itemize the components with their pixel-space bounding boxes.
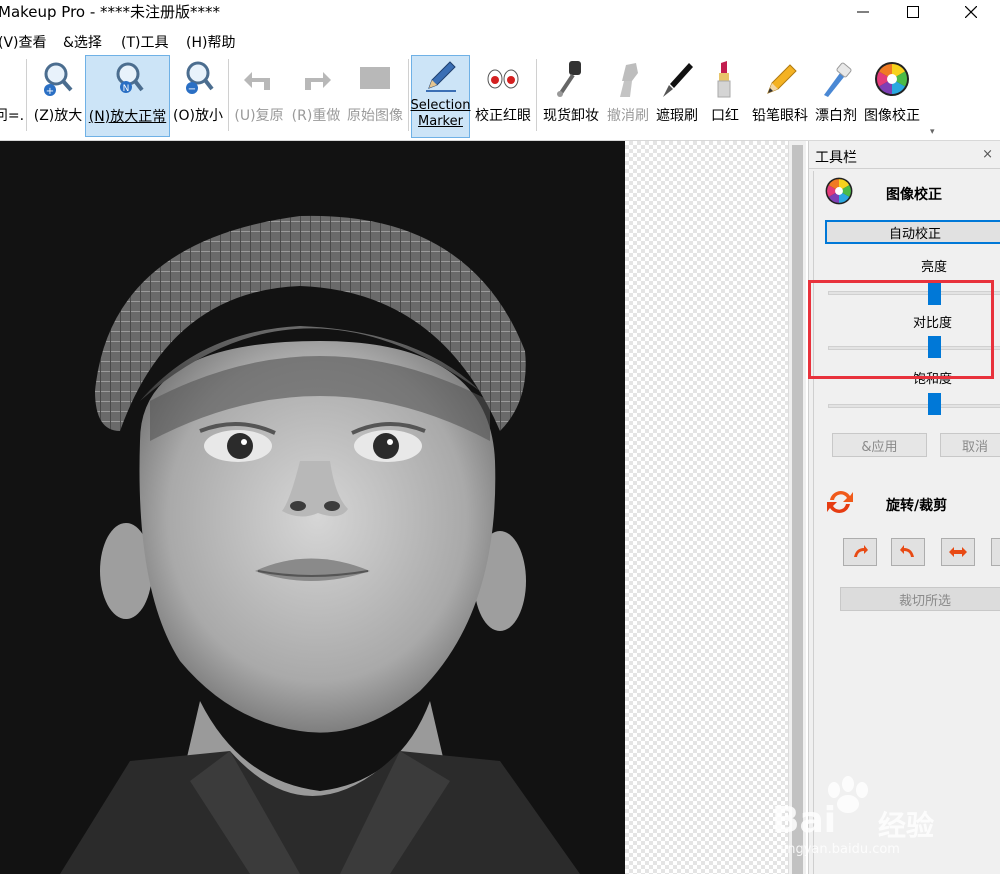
makeup-pro-window: Makeup Pro - ****未注册版**** (V)查看 &选择 (T)工…: [0, 0, 1000, 874]
zoom-in-button[interactable]: + (Z)放大: [33, 55, 83, 137]
undo-icon: [239, 55, 279, 103]
svg-text:−: −: [188, 84, 196, 95]
flip-horizontal-icon: [949, 547, 967, 557]
minimize-icon: [857, 11, 869, 13]
cancel-button[interactable]: 取消: [940, 433, 1000, 457]
rotate-icon: [824, 486, 856, 522]
toolbar-overflow-icon[interactable]: ▾: [930, 127, 935, 137]
crop-selection-button[interactable]: 裁切所选: [840, 587, 1000, 611]
maximize-icon: [907, 6, 919, 18]
rotate-left-button[interactable]: [843, 538, 877, 566]
selection-marker-button[interactable]: Selection Marker: [411, 55, 470, 138]
redo-button[interactable]: (R)重做: [289, 55, 343, 137]
makeup-remover-button[interactable]: 现货卸妆: [540, 55, 602, 137]
image-correction-button[interactable]: 图像校正: [862, 55, 922, 137]
saturation-slider-thumb[interactable]: [928, 393, 941, 415]
pencil-eyeliner-button[interactable]: 铅笔眼科: [750, 55, 810, 137]
highlight-box: [808, 280, 994, 379]
apply-button[interactable]: &应用: [832, 433, 927, 457]
zoom-out-icon: −: [178, 55, 218, 103]
makeup-remover-icon: [551, 55, 591, 103]
panel-body: 图像校正 自动校正 亮度 对比度 饱和度 &应用 取消 旋转/裁剪 裁切所选: [813, 171, 1000, 874]
zoom-normal-button[interactable]: N (N)放大正常: [85, 55, 170, 137]
panel-close-icon[interactable]: ×: [982, 147, 993, 162]
whitening-button[interactable]: 漂白剂: [813, 55, 859, 137]
close-icon: [965, 6, 977, 18]
toolbar-separator: [228, 59, 229, 131]
zoom-out-button[interactable]: − (O)放小: [172, 55, 224, 137]
original-image-button[interactable]: 原始图像: [345, 55, 405, 137]
pencil-eyeliner-icon: [760, 55, 800, 103]
menu-tools[interactable]: (T)工具: [121, 32, 168, 52]
image-correction-title: 图像校正: [886, 187, 942, 203]
saturation-track[interactable]: [828, 404, 1000, 408]
original-image-icon: [355, 55, 395, 103]
photo-canvas[interactable]: [0, 141, 625, 874]
window-title: Makeup Pro - ****未注册版****: [0, 3, 221, 21]
toolbar: 问=. + (Z)放大 N (N)放大正常 − (O)放小 (U)复原 (R)重…: [0, 53, 1000, 141]
tool-panel: 工具栏 × 图像校正 自动校正 亮度 对比度 饱和度 &应用 取消 旋转/裁剪 …: [808, 141, 1000, 874]
svg-text:N: N: [122, 84, 129, 94]
zoom-in-icon: +: [38, 55, 78, 103]
vertical-scrollbar[interactable]: [788, 141, 806, 874]
color-wheel-icon: [872, 55, 912, 103]
more-transform-button[interactable]: [991, 538, 1000, 566]
menu-bar: (V)查看 &选择 (T)工具 (H)帮助: [0, 28, 1000, 52]
rotate-crop-title: 旋转/裁剪: [886, 498, 948, 514]
title-bar: Makeup Pro - ****未注册版****: [0, 0, 1000, 26]
baidu-watermark: Bai 经验 jingyan.baidu.com: [760, 770, 1000, 860]
baidu-brand-text: Bai: [772, 800, 837, 841]
selection-marker-icon: [421, 56, 461, 96]
red-eye-button[interactable]: 校正红眼: [473, 55, 533, 137]
undo-brush-icon: [608, 55, 648, 103]
undo-button[interactable]: (U)复原: [232, 55, 286, 137]
canvas-transparent-area: [625, 141, 788, 874]
scrollbar-thumb[interactable]: [792, 145, 803, 874]
color-wheel-icon: [824, 176, 854, 210]
rotate-right-button[interactable]: [891, 538, 925, 566]
lipstick-icon: [705, 55, 745, 103]
svg-text:+: +: [46, 86, 54, 97]
concealer-brush-button[interactable]: 遮瑕刷: [654, 55, 700, 137]
maximize-button[interactable]: [890, 0, 936, 24]
whitening-icon: [816, 55, 856, 103]
redo-icon: [296, 55, 336, 103]
brightness-label: 亮度: [921, 260, 948, 275]
menu-view[interactable]: (V)查看: [0, 32, 47, 52]
red-eye-icon: [483, 55, 523, 103]
toolbar-fragment: 问=.: [0, 108, 25, 124]
flip-horizontal-button[interactable]: [941, 538, 975, 566]
undo-brush-button[interactable]: 撤消刷: [604, 55, 652, 137]
baidu-url: jingyan.baidu.com: [780, 842, 900, 857]
close-button[interactable]: [948, 0, 994, 24]
toolbar-separator: [536, 59, 537, 131]
toolbar-separator: [408, 59, 409, 131]
rotate-right-icon: [900, 545, 914, 557]
portrait-image: [0, 141, 625, 874]
rotate-left-icon: [854, 545, 868, 557]
concealer-brush-icon: [657, 55, 697, 103]
panel-title: 工具栏: [815, 150, 857, 166]
minimize-button[interactable]: [840, 0, 886, 24]
panel-header: 工具栏 ×: [809, 141, 1000, 169]
baidu-brand-suffix: 经验: [878, 809, 935, 842]
menu-help[interactable]: (H)帮助: [186, 32, 235, 52]
zoom-normal-icon: N: [108, 56, 148, 104]
toolbar-separator: [26, 59, 27, 131]
auto-correct-button[interactable]: 自动校正: [825, 220, 1000, 244]
menu-select[interactable]: &选择: [63, 32, 102, 52]
lipstick-button[interactable]: 口红: [705, 55, 745, 137]
